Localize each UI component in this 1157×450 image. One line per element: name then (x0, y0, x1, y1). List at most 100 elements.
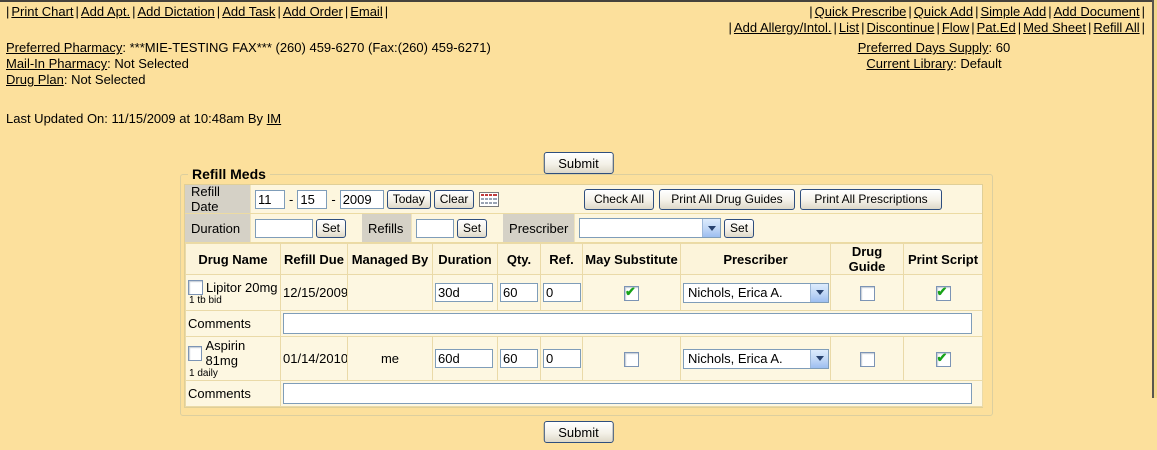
managed-by-cell (348, 275, 433, 311)
refill-date-month-input[interactable] (255, 190, 285, 209)
nav-link[interactable]: Add Document (1054, 4, 1140, 19)
prescriber-cell: Nichols, Erica A. (681, 275, 831, 311)
comments-input[interactable] (283, 313, 972, 334)
last-updated-user-link[interactable]: IM (267, 111, 281, 126)
drug-select-checkbox[interactable] (188, 280, 203, 295)
print-all-prescriptions-button[interactable]: Print All Prescriptions (800, 189, 942, 210)
nav-link[interactable]: Add Dictation (137, 4, 214, 19)
separator: | (729, 20, 732, 35)
window-right-edge (1152, 0, 1154, 398)
nav-link[interactable]: Med Sheet (1023, 20, 1086, 35)
drug-name: Lipitor 20mg (206, 280, 278, 295)
top-nav-left: |Print Chart|Add Apt.|Add Dictation|Add … (4, 4, 390, 19)
current-library-link[interactable]: Current Library (866, 56, 953, 71)
duration-set-button[interactable]: Set (316, 219, 346, 238)
preferred-days-supply-link[interactable]: Preferred Days Supply (858, 40, 989, 55)
prescriber-select[interactable]: Nichols, Erica A. (683, 283, 829, 303)
nav-link[interactable]: Add Order (283, 4, 343, 19)
nav-link[interactable]: List (839, 20, 859, 35)
duration-all-input[interactable] (255, 219, 313, 238)
nav-link[interactable]: Print Chart (11, 4, 73, 19)
may-substitute-checkbox[interactable] (624, 352, 639, 367)
col-header-may-substitute: May Substitute (583, 244, 681, 275)
nav-link[interactable]: Quick Add (914, 4, 973, 19)
qty-input[interactable] (500, 283, 538, 302)
nav-link[interactable]: Email (350, 4, 383, 19)
refill-date-day-input[interactable] (297, 190, 327, 209)
chevron-down-icon (810, 350, 828, 368)
duration-set-cell: Set (251, 214, 350, 242)
refills-set-button[interactable]: Set (457, 219, 487, 238)
drug-plan-link[interactable]: Drug Plan (6, 72, 64, 87)
duration-label: Duration (185, 214, 251, 242)
comments-input[interactable] (283, 383, 972, 404)
col-header-drug-name: Drug Name (186, 244, 281, 275)
may-substitute-cell (583, 337, 681, 381)
prescriber-label: Prescriber (503, 214, 575, 242)
may-substitute-checkbox[interactable] (624, 286, 639, 301)
nav-link[interactable]: Add Task (222, 4, 275, 19)
nav-list-right1: |Quick Prescribe|Quick Add|Simple Add|Ad… (807, 4, 1139, 19)
meds-table: Drug Name Refill Due Managed By Duration… (185, 243, 983, 407)
preferred-pharmacy-link[interactable]: Preferred Pharmacy (6, 40, 122, 55)
separator: | (76, 4, 79, 19)
preferred-pharmacy-line: Preferred Pharmacy: ***MIE-TESTING FAX**… (6, 40, 491, 56)
separator: | (132, 4, 135, 19)
col-header-print-script: Print Script (904, 244, 983, 275)
drug-guide-cell (831, 275, 904, 311)
col-header-drug-guide: Drug Guide (831, 244, 904, 275)
supply-info: Preferred Days Supply: 60 Current Librar… (826, 40, 1042, 72)
prescriber-select-value: Nichols, Erica A. (684, 284, 810, 302)
prescriber-select[interactable]: Nichols, Erica A. (683, 349, 829, 369)
qty-input[interactable] (500, 349, 538, 368)
defaults-row: Duration Set Refills Set Prescriber (185, 214, 982, 243)
drug-guide-checkbox[interactable] (860, 286, 875, 301)
separator: | (217, 4, 220, 19)
qty-cell (498, 275, 541, 311)
nav-link[interactable]: Flow (942, 20, 969, 35)
refill-meds-table-area: Refill Date - - Today Clear (184, 184, 983, 408)
nav-link[interactable]: Add Apt. (81, 4, 130, 19)
ref-input[interactable] (543, 283, 581, 302)
separator: | (936, 20, 939, 35)
nav-link[interactable]: Add Allergy/Intol. (734, 20, 832, 35)
duration-input[interactable] (435, 283, 493, 302)
submit-button-bottom[interactable]: Submit (543, 421, 613, 443)
ref-input[interactable] (543, 349, 581, 368)
drug-guide-checkbox[interactable] (860, 352, 875, 367)
print-script-checkbox[interactable] (936, 286, 951, 301)
mail-in-pharmacy-link[interactable]: Mail-In Pharmacy (6, 56, 107, 71)
refills-label: Refills (362, 214, 412, 242)
refills-all-input[interactable] (416, 219, 454, 238)
duration-input[interactable] (435, 349, 493, 368)
window-top-edge (0, 0, 1157, 2)
calendar-icon[interactable] (479, 192, 499, 207)
nav-link[interactable]: Simple Add (980, 4, 1046, 19)
drug-name: Aspirin 81mg (205, 338, 278, 368)
refills-label-text: Refills (368, 221, 403, 236)
managed-by-cell: me (348, 337, 433, 381)
separator: | (1048, 4, 1051, 19)
refill-date-row: Refill Date - - Today Clear (185, 185, 982, 214)
duration-cell (433, 275, 498, 311)
check-all-button[interactable]: Check All (584, 189, 654, 210)
prescriber-all-select[interactable] (579, 218, 721, 238)
colon: : (64, 72, 68, 87)
separator: | (975, 4, 978, 19)
ref-cell (541, 275, 583, 311)
refill-meds-legend: Refill Meds (188, 166, 270, 182)
refill-date-year-input[interactable] (340, 190, 384, 209)
nav-link[interactable]: Quick Prescribe (815, 4, 907, 19)
print-script-checkbox[interactable] (936, 352, 951, 367)
print-script-cell (904, 337, 983, 381)
drug-select-checkbox[interactable] (188, 346, 202, 361)
nav-link[interactable]: Refill All (1093, 20, 1139, 35)
prescriber-set-button[interactable]: Set (724, 219, 754, 238)
nav-link[interactable]: Pat.Ed (977, 20, 1016, 35)
clear-button[interactable]: Clear (434, 190, 475, 209)
nav-link[interactable]: Discontinue (867, 20, 935, 35)
today-button[interactable]: Today (387, 190, 431, 209)
nav-list-left: |Print Chart|Add Apt.|Add Dictation|Add … (4, 4, 383, 19)
header-row: Drug Name Refill Due Managed By Duration… (186, 244, 983, 275)
print-all-drug-guides-button[interactable]: Print All Drug Guides (659, 189, 795, 210)
